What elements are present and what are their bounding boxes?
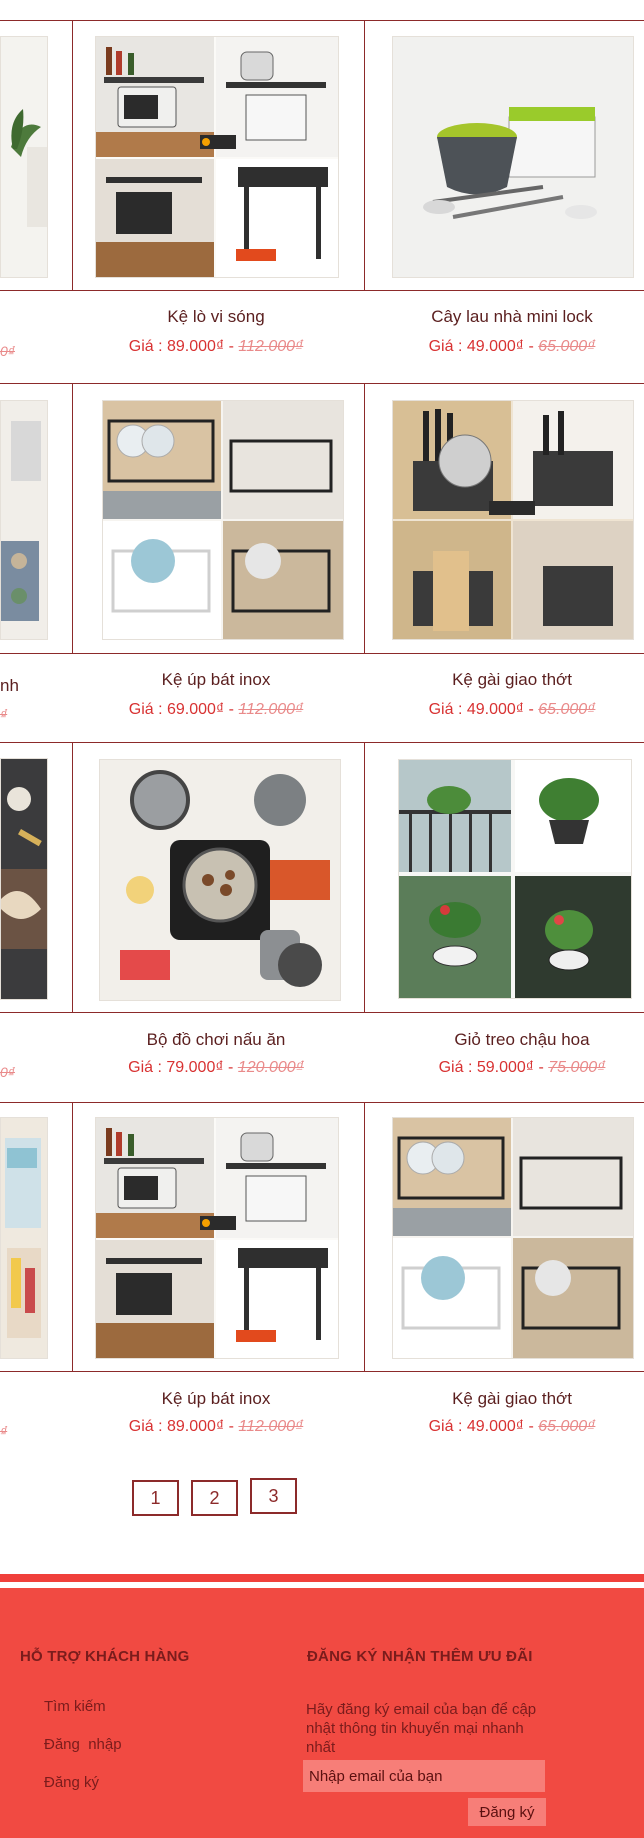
col-divider <box>72 1102 73 1371</box>
product-name[interactable]: Giỏ treo chậu hoa <box>392 1030 644 1050</box>
price-current: 89.000₫ <box>167 1418 225 1435</box>
price-prefix: Giá : <box>428 338 463 355</box>
product-image-knife-rack[interactable] <box>392 400 634 640</box>
product-price: Giá : 69.000₫ - 112.000₫ <box>95 701 337 719</box>
page-button-2[interactable]: 2 <box>191 1480 238 1516</box>
subscribe-title: ĐĂNG KÝ NHẬN THÊM ƯU ĐÃI <box>307 1648 533 1665</box>
subscribe-description: Hãy đăng ký email của bạn để cập nhật th… <box>306 1701 537 1756</box>
product-price: Giá : 89.000₫ - 112.000₫ <box>95 1418 337 1436</box>
product-price: Giá : 79.000₫ - 120.000₫ <box>95 1059 337 1077</box>
partial-product-image[interactable] <box>0 400 48 640</box>
row-divider <box>0 383 644 384</box>
footer-link-search[interactable]: Tìm kiếm <box>44 1698 106 1715</box>
price-prefix: Giá : <box>128 1059 162 1076</box>
footer-link-register[interactable]: Đăng ký <box>44 1774 99 1791</box>
page-button-3[interactable]: 3 <box>250 1478 297 1514</box>
partial-product-image[interactable] <box>0 758 48 1000</box>
price-separator: - <box>528 338 534 355</box>
product-name[interactable]: Cây lau nhà mini lock <box>392 307 632 327</box>
product-image-dish-rack[interactable] <box>392 1117 634 1359</box>
price-current: 49.000₫ <box>466 1418 524 1435</box>
price-separator: - <box>228 338 234 355</box>
price-separator: - <box>538 1059 544 1076</box>
price-prefix: Giá : <box>428 701 463 718</box>
footer: HỖ TRỢ KHÁCH HÀNG Tìm kiếm Đăng nhập Đăn… <box>0 1588 644 1838</box>
price-current: 69.000₫ <box>167 701 225 718</box>
price-old: 65.000₫ <box>538 701 596 718</box>
partial-old-price: 0₫ <box>0 343 15 359</box>
price-prefix: Giá : <box>128 338 163 355</box>
partial-product-image[interactable] <box>0 1117 48 1359</box>
price-old: 120.000₫ <box>237 1059 304 1076</box>
partial-old-price: ₫ <box>0 706 8 722</box>
row-divider <box>0 653 644 654</box>
price-separator: - <box>228 701 234 718</box>
price-prefix: Giá : <box>128 701 163 718</box>
price-separator: - <box>228 1059 234 1076</box>
subscribe-button[interactable]: Đăng ký <box>468 1798 546 1826</box>
product-image-dish-rack[interactable] <box>102 400 344 640</box>
price-separator: - <box>528 1418 534 1435</box>
product-name[interactable]: Bộ đồ chơi nấu ăn <box>95 1030 337 1050</box>
price-old: 75.000₫ <box>548 1059 606 1076</box>
price-old: 112.000₫ <box>238 1418 304 1435</box>
email-input[interactable] <box>303 1760 545 1792</box>
row-divider <box>0 1371 644 1372</box>
price-old: 112.000₫ <box>238 701 304 718</box>
product-image-cooking-set[interactable] <box>99 759 341 1001</box>
col-divider <box>364 1102 365 1371</box>
price-old: 65.000₫ <box>538 1418 596 1435</box>
price-current: 89.000₫ <box>167 338 225 355</box>
price-current: 49.000₫ <box>466 338 524 355</box>
footer-stripe <box>0 1574 644 1582</box>
price-prefix: Giá : <box>128 1418 163 1435</box>
col-divider <box>364 742 365 1012</box>
price-old: 112.000₫ <box>238 338 304 355</box>
row-divider <box>0 20 644 21</box>
price-current: 49.000₫ <box>466 701 524 718</box>
product-name[interactable]: Kệ úp bát inox <box>95 670 337 690</box>
price-separator: - <box>528 701 534 718</box>
product-name[interactable]: Kệ gài giao thớt <box>392 670 632 690</box>
product-name[interactable]: Kệ úp bát inox <box>95 1389 337 1409</box>
product-image-spin-mop[interactable] <box>392 36 634 278</box>
col-divider <box>72 742 73 1012</box>
price-current: 59.000₫ <box>476 1059 534 1076</box>
partial-old-price: ₫ <box>0 1423 8 1439</box>
col-divider <box>72 383 73 653</box>
row-divider <box>0 742 644 743</box>
price-prefix: Giá : <box>428 1418 463 1435</box>
partial-product-image[interactable] <box>0 36 48 278</box>
product-image-microwave-rack[interactable] <box>95 1117 339 1359</box>
col-divider <box>364 20 365 290</box>
product-price: Giá : 59.000₫ - 75.000₫ <box>392 1059 644 1077</box>
pagination: 1 2 3 <box>132 1478 297 1516</box>
row-divider <box>0 1102 644 1103</box>
product-price: Giá : 89.000₫ - 112.000₫ <box>95 338 337 356</box>
price-separator: - <box>228 1418 234 1435</box>
product-image-flower-basket[interactable] <box>398 759 632 999</box>
row-divider <box>0 1012 644 1013</box>
page-button-1[interactable]: 1 <box>132 1480 179 1516</box>
partial-old-price: 0₫ <box>0 1064 15 1080</box>
product-name[interactable]: Kệ gài giao thớt <box>392 1389 632 1409</box>
product-image-microwave-rack[interactable] <box>95 36 339 278</box>
product-name[interactable]: Kệ lò vi sóng <box>95 307 337 327</box>
col-divider <box>72 20 73 290</box>
price-current: 79.000₫ <box>166 1059 224 1076</box>
product-price: Giá : 49.000₫ - 65.000₫ <box>392 1418 632 1436</box>
price-prefix: Giá : <box>438 1059 473 1076</box>
product-price: Giá : 49.000₫ - 65.000₫ <box>392 338 632 356</box>
footer-link-login[interactable]: Đăng nhập <box>44 1736 122 1753</box>
support-title: HỖ TRỢ KHÁCH HÀNG <box>20 1648 190 1665</box>
row-divider <box>0 290 644 291</box>
price-old: 65.000₫ <box>538 338 596 355</box>
product-price: Giá : 49.000₫ - 65.000₫ <box>392 701 632 719</box>
col-divider <box>364 383 365 653</box>
partial-product-name[interactable]: nh <box>0 676 19 696</box>
